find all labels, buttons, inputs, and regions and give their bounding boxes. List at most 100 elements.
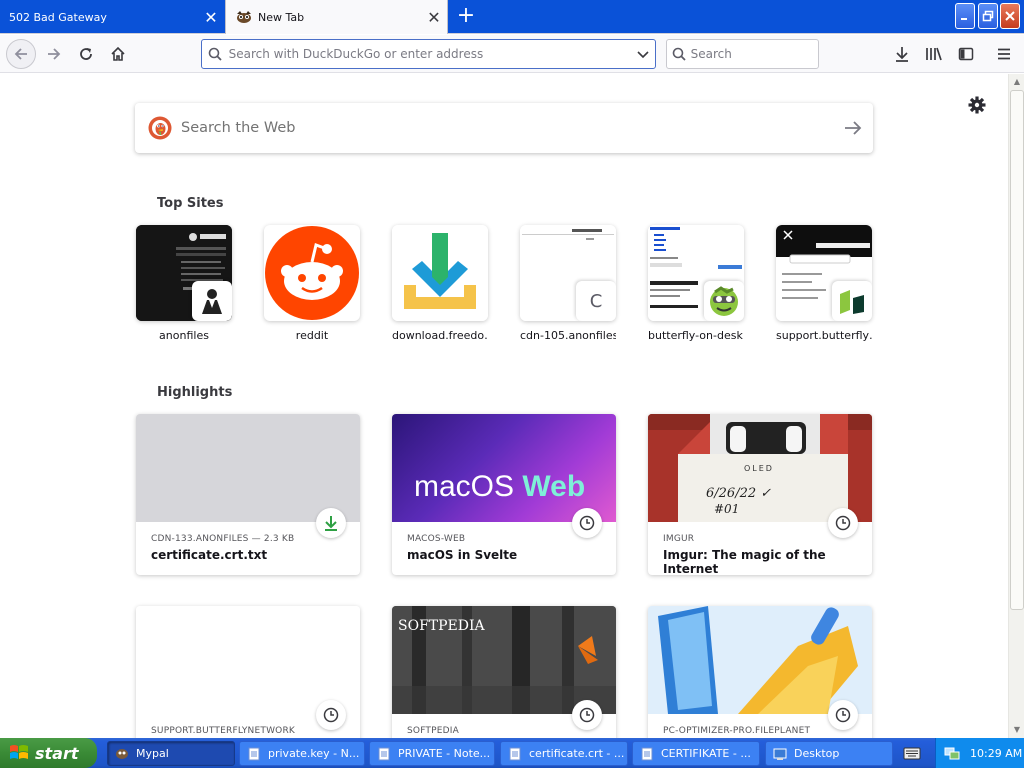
broom-app-photo: [648, 606, 872, 714]
clock-icon: [316, 700, 346, 730]
taskbar-item-private-key[interactable]: private.key - N...: [239, 741, 365, 766]
top-site-butterfly-on-desktop[interactable]: butterfly-on-desk…: [648, 225, 744, 342]
site-thumbnail[interactable]: [264, 225, 360, 321]
macos-word: macOS: [414, 470, 515, 503]
highlight-image: SOFTPEDIA: [392, 606, 616, 714]
forward-button[interactable]: [40, 40, 68, 68]
sidebar-button[interactable]: [952, 40, 980, 68]
tab-title: 502 Bad Gateway: [9, 10, 107, 24]
window-minimize-button[interactable]: [955, 3, 975, 29]
highlight-source: CDN-133.ANONFILES — 2.3 KB: [151, 534, 295, 544]
tab-new-tab[interactable]: New Tab ✕: [225, 0, 448, 34]
oled-label: OLED: [744, 464, 774, 473]
highlight-title: macOS in Svelte: [407, 548, 518, 562]
top-site-support-butterfly[interactable]: support.butterfly…: [776, 225, 872, 342]
site-thumbnail[interactable]: [776, 225, 872, 321]
butterfly-network-favicon-icon: [832, 281, 872, 321]
minimize-icon: [961, 18, 967, 20]
site-thumbnail[interactable]: [136, 225, 232, 321]
search-bar[interactable]: [666, 39, 819, 69]
web-search-box[interactable]: Search the Web: [135, 103, 873, 153]
home-button[interactable]: [104, 40, 132, 68]
task-label: Mypal: [136, 747, 169, 760]
highlight-source: MACOS-WEB: [407, 534, 466, 544]
top-sites-heading: Top Sites: [157, 196, 224, 211]
highlight-image: [136, 414, 360, 522]
taskbar-item-private-notepad[interactable]: PRIVATE - Note...: [369, 741, 495, 766]
downloads-button[interactable]: [888, 40, 916, 68]
reddit-logo-icon: [265, 226, 359, 320]
mypal-favicon-icon: [237, 11, 251, 23]
new-tab-plus-icon[interactable]: +: [452, 4, 480, 30]
highlight-card-certificate[interactable]: CDN-133.ANONFILES — 2.3 KB certificate.c…: [136, 414, 360, 575]
search-input[interactable]: [690, 47, 818, 61]
web-search-placeholder: Search the Web: [181, 120, 296, 136]
top-site-anonfiles[interactable]: anonfiles: [136, 225, 232, 342]
system-tray: 10:29 AM: [935, 738, 1024, 768]
start-button[interactable]: start: [0, 738, 97, 768]
taskbar-item-mypal[interactable]: Mypal: [107, 741, 235, 766]
notepad-icon: [248, 747, 260, 760]
site-thumbnail[interactable]: C: [520, 225, 616, 321]
navigation-toolbar: [0, 35, 1024, 73]
tab-502-bad-gateway[interactable]: 502 Bad Gateway ✕: [0, 0, 224, 34]
library-icon: [926, 47, 942, 61]
address-bar[interactable]: [201, 39, 656, 69]
top-site-label: support.butterfly…: [776, 329, 872, 342]
scroll-down-arrow-icon[interactable]: ▼: [1010, 722, 1024, 738]
close-icon: [1005, 11, 1015, 21]
site-thumbnail[interactable]: [648, 225, 744, 321]
task-label: certificate.crt - ...: [529, 747, 625, 760]
gear-icon[interactable]: [966, 94, 988, 116]
top-site-cdn-105-anonfiles[interactable]: C cdn-105.anonfiles: [520, 225, 616, 342]
task-label: private.key - N...: [268, 747, 360, 760]
duckduckgo-logo-icon: [148, 116, 172, 140]
highlight-card-pc-optimizer[interactable]: PC-OPTIMIZER-PRO.FILEPLANET: [648, 606, 872, 738]
network-icon[interactable]: [944, 745, 960, 761]
arrow-right-icon[interactable]: [833, 121, 873, 135]
forward-arrow-icon: [48, 48, 61, 60]
back-button[interactable]: [6, 39, 36, 69]
badge-letter: C: [589, 290, 603, 312]
chevron-down-icon[interactable]: [630, 47, 655, 61]
highlight-card-softpedia[interactable]: SOFTPEDIA SOFTPEDIA: [392, 606, 616, 738]
tab-close-icon[interactable]: ✕: [198, 8, 224, 27]
notepad-icon: [509, 747, 521, 760]
taskbar-item-certifikate[interactable]: CERTIFIKATE - ...: [632, 741, 760, 766]
keyboard-language-icon[interactable]: [903, 745, 921, 761]
window-close-button[interactable]: [1000, 3, 1020, 29]
search-icon: [667, 47, 691, 61]
site-thumbnail[interactable]: [392, 225, 488, 321]
start-label: start: [35, 743, 79, 763]
windows-taskbar: start Mypal private.key - N... PRIVATE -…: [0, 738, 1024, 768]
url-input[interactable]: [228, 47, 631, 61]
reload-button[interactable]: [72, 40, 100, 68]
back-arrow-icon: [14, 48, 27, 60]
highlight-card-macos-web[interactable]: macOS Web MACOS-WEB macOS in Svelte: [392, 414, 616, 575]
scrollbar-thumb[interactable]: [1010, 90, 1024, 610]
top-site-reddit[interactable]: reddit: [264, 225, 360, 342]
highlights-heading: Highlights: [157, 385, 233, 400]
task-label: CERTIFIKATE - ...: [661, 747, 751, 760]
top-site-label: reddit: [295, 329, 329, 342]
tab-strip: 502 Bad Gateway ✕ New Tab ✕ +: [0, 0, 1024, 34]
task-label: PRIVATE - Note...: [398, 747, 491, 760]
highlight-card-support-butterflynetwork[interactable]: SUPPORT.BUTTERFLYNETWORK: [136, 606, 360, 738]
taskbar-item-desktop[interactable]: Desktop: [765, 741, 893, 766]
sidebar-icon: [958, 47, 974, 61]
window-restore-button[interactable]: [978, 3, 998, 29]
taskbar-item-certificate-crt[interactable]: certificate.crt - ...: [500, 741, 628, 766]
restore-icon: [982, 10, 994, 22]
library-button[interactable]: [920, 40, 948, 68]
top-site-download-freedo[interactable]: download.freedo…: [392, 225, 488, 342]
download-icon: [896, 47, 908, 62]
vertical-scrollbar[interactable]: ▲ ▼: [1008, 74, 1024, 738]
windows-flag-icon: [10, 745, 28, 759]
menu-button[interactable]: [990, 40, 1018, 68]
web-word: Web: [522, 470, 586, 503]
download-arrow-logo-icon: [392, 225, 488, 321]
scroll-up-arrow-icon[interactable]: ▲: [1010, 74, 1024, 90]
highlight-card-imgur[interactable]: OLED 6/26/22 ✓ #01 IMGUR Imgur: The magi…: [648, 414, 872, 575]
clock-icon: [572, 700, 602, 730]
tab-close-icon[interactable]: ✕: [421, 8, 447, 27]
